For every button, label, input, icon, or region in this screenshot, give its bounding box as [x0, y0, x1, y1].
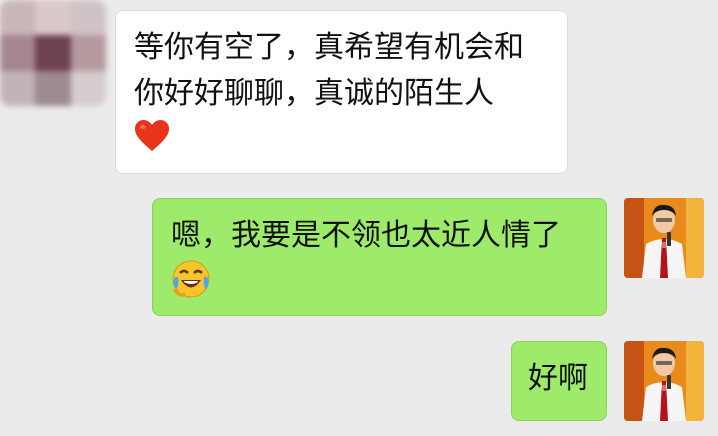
chat-view: 等你有空了，真希望有机会和 你好好聊聊，真诚的陌生人 嗯，我要是不领也太近人情了: [0, 0, 718, 436]
outgoing-message-bubble[interactable]: 嗯，我要是不领也太近人情了: [152, 198, 607, 316]
contact-avatar[interactable]: [0, 0, 106, 106]
incoming-message-bubble[interactable]: 等你有空了，真希望有机会和 你好好聊聊，真诚的陌生人: [115, 10, 568, 174]
person-icon: [624, 341, 704, 421]
message-text-line: 等你有空了，真希望有机会和: [134, 30, 524, 65]
user-avatar[interactable]: [624, 198, 704, 278]
message-text-line: 好啊: [528, 361, 588, 396]
outgoing-message-bubble[interactable]: 好啊: [511, 341, 607, 421]
person-icon: [624, 198, 704, 278]
red-heart-icon: [134, 119, 170, 167]
face-with-tears-of-joy-icon: [171, 259, 211, 313]
message-text-line: 嗯，我要是不领也太近人情了: [171, 218, 561, 253]
message-text-line: 你好好聊聊，真诚的陌生人: [134, 76, 494, 111]
user-avatar[interactable]: [624, 341, 704, 421]
